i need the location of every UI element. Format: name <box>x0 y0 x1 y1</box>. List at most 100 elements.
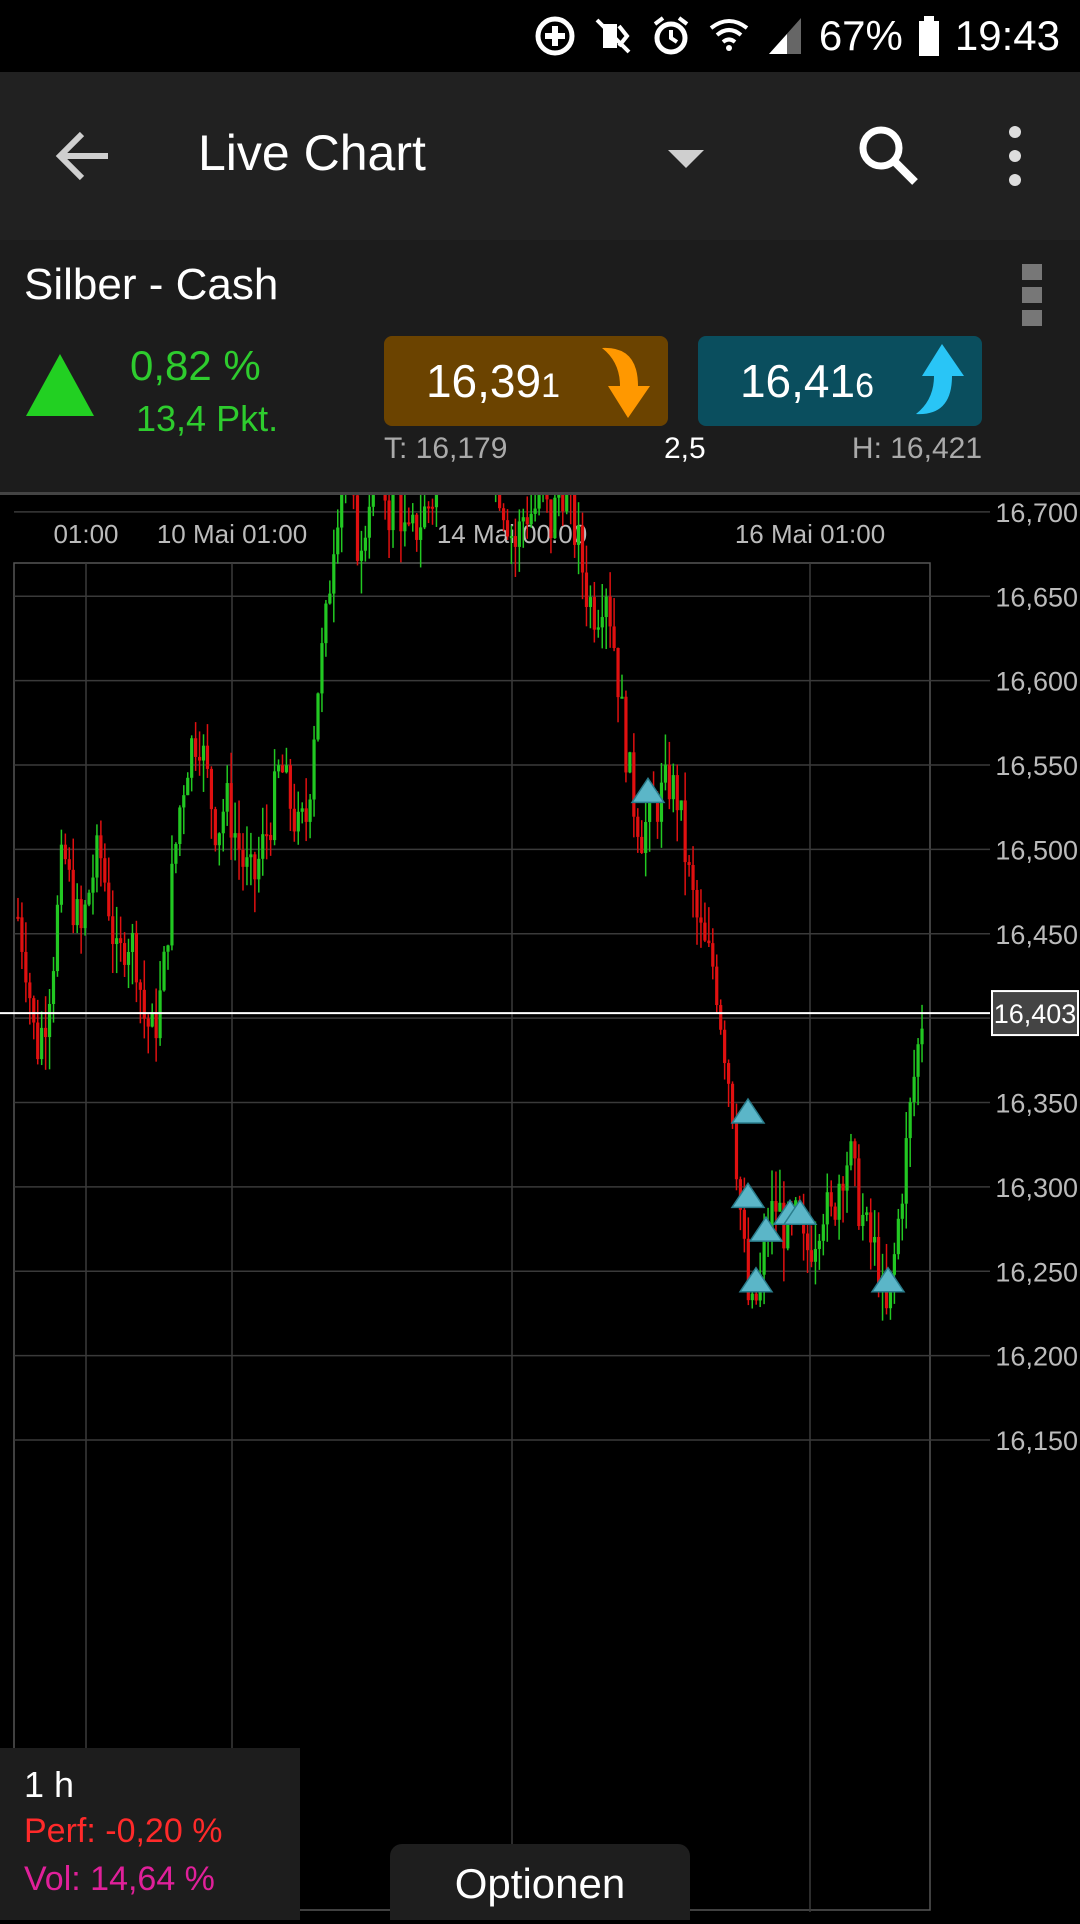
candle-body <box>56 905 59 971</box>
candle-body <box>328 594 331 604</box>
candle-body <box>534 509 537 514</box>
candle-body <box>419 527 422 540</box>
candle-body <box>672 775 675 799</box>
candle-body <box>707 941 710 944</box>
candle-body <box>711 943 714 966</box>
candle-body <box>20 917 23 952</box>
candle-body <box>230 783 233 838</box>
candle-body <box>218 833 221 845</box>
data-saver-icon <box>533 14 577 58</box>
more-vert-icon[interactable] <box>995 124 1035 188</box>
y-tick-label: 16,200 <box>995 1342 1078 1372</box>
candle-body <box>743 1210 746 1239</box>
vibrate-icon <box>591 14 635 58</box>
back-arrow-icon[interactable] <box>52 124 116 188</box>
candle-body <box>166 945 169 951</box>
candle-body <box>514 536 517 547</box>
wifi-icon <box>707 14 751 58</box>
candle-body <box>186 778 189 795</box>
candle-body <box>127 952 130 965</box>
candle-body <box>249 854 252 857</box>
candle-body <box>585 573 588 607</box>
candle-body <box>668 765 671 800</box>
instrument-name: Silber - Cash <box>24 260 278 310</box>
candle-body <box>44 1028 47 1037</box>
candle-body <box>36 1023 39 1060</box>
page-title[interactable]: Live Chart <box>198 124 426 182</box>
candle-body <box>206 746 209 769</box>
alarm-icon <box>649 14 693 58</box>
candle-body <box>502 508 505 520</box>
candle-body <box>545 495 548 499</box>
candle-body <box>285 765 288 772</box>
change-points: 13,4 Pkt. <box>136 398 278 440</box>
candle-body <box>522 517 525 521</box>
candle-body <box>731 1084 734 1124</box>
candle-body <box>368 507 371 538</box>
candle-body <box>147 1019 150 1027</box>
candle-body <box>861 1215 864 1226</box>
quote-panel: Silber - Cash 0,82 % 13,4 Pkt. 16,391 16… <box>0 240 1080 492</box>
candle-body <box>234 833 237 837</box>
search-icon[interactable] <box>855 122 921 188</box>
candle-body <box>269 835 272 840</box>
candle-body <box>245 857 248 867</box>
candle-body <box>601 617 604 627</box>
candle-body <box>174 844 177 864</box>
candle-body <box>755 1294 758 1301</box>
candle-body <box>83 905 86 929</box>
dropdown-arrow-icon[interactable] <box>668 150 704 170</box>
candle-body <box>703 923 706 941</box>
x-tick-label: 01:00 <box>53 519 118 549</box>
buy-button[interactable]: 16,416 <box>698 336 982 426</box>
candle-body <box>237 833 240 850</box>
candle-body <box>241 850 244 867</box>
candle-body <box>763 1238 766 1275</box>
candle-body <box>518 521 521 546</box>
up-arrow-icon <box>912 342 968 420</box>
up-triangle-icon <box>26 354 94 416</box>
candle-body <box>909 1102 912 1138</box>
price-chart[interactable]: 16,95016,90016,85016,80016,75016,70016,6… <box>0 495 1080 1920</box>
y-tick-label: 16,650 <box>995 582 1078 612</box>
candle-body <box>324 604 327 644</box>
options-button[interactable]: Optionen <box>390 1844 690 1920</box>
candle-body <box>597 627 600 629</box>
candle-body <box>826 1192 829 1224</box>
candle-body <box>561 495 564 511</box>
candle-body <box>261 834 264 859</box>
candle-body <box>778 1203 781 1212</box>
candle-body <box>593 597 596 630</box>
quote-menu-icon[interactable] <box>1014 262 1050 328</box>
performance-label: Perf: -0,20 % <box>24 1812 222 1851</box>
candle-body <box>155 1012 158 1038</box>
candle-body <box>72 870 75 925</box>
timeframe-label[interactable]: 1 h <box>24 1764 74 1806</box>
candle-body <box>727 1063 730 1084</box>
candle-body <box>834 1207 837 1220</box>
candle-body <box>916 1044 919 1077</box>
y-tick-label: 16,150 <box>995 1426 1078 1456</box>
candle-body <box>95 835 98 877</box>
candle-body <box>143 990 146 1019</box>
day-low: T: 16,179 <box>384 432 507 466</box>
day-high: H: 16,421 <box>852 432 982 466</box>
candle-body <box>257 859 260 880</box>
candle-body <box>498 495 501 508</box>
sell-button[interactable]: 16,391 <box>384 336 668 426</box>
candle-body <box>309 799 312 821</box>
candle-body <box>277 765 280 771</box>
candle-body <box>849 1141 852 1165</box>
candle-body <box>612 626 615 648</box>
candle-body <box>64 845 67 859</box>
candle-body <box>265 834 268 836</box>
candle-body <box>68 859 71 870</box>
candle-body <box>162 952 165 991</box>
candle-body <box>806 1234 809 1251</box>
candle-body <box>399 495 402 531</box>
candle-body <box>751 1294 754 1301</box>
candle-body <box>48 1004 51 1037</box>
candle-body <box>32 998 35 1022</box>
bid-price: 16,391 <box>384 354 602 408</box>
candle-body <box>774 1201 777 1212</box>
